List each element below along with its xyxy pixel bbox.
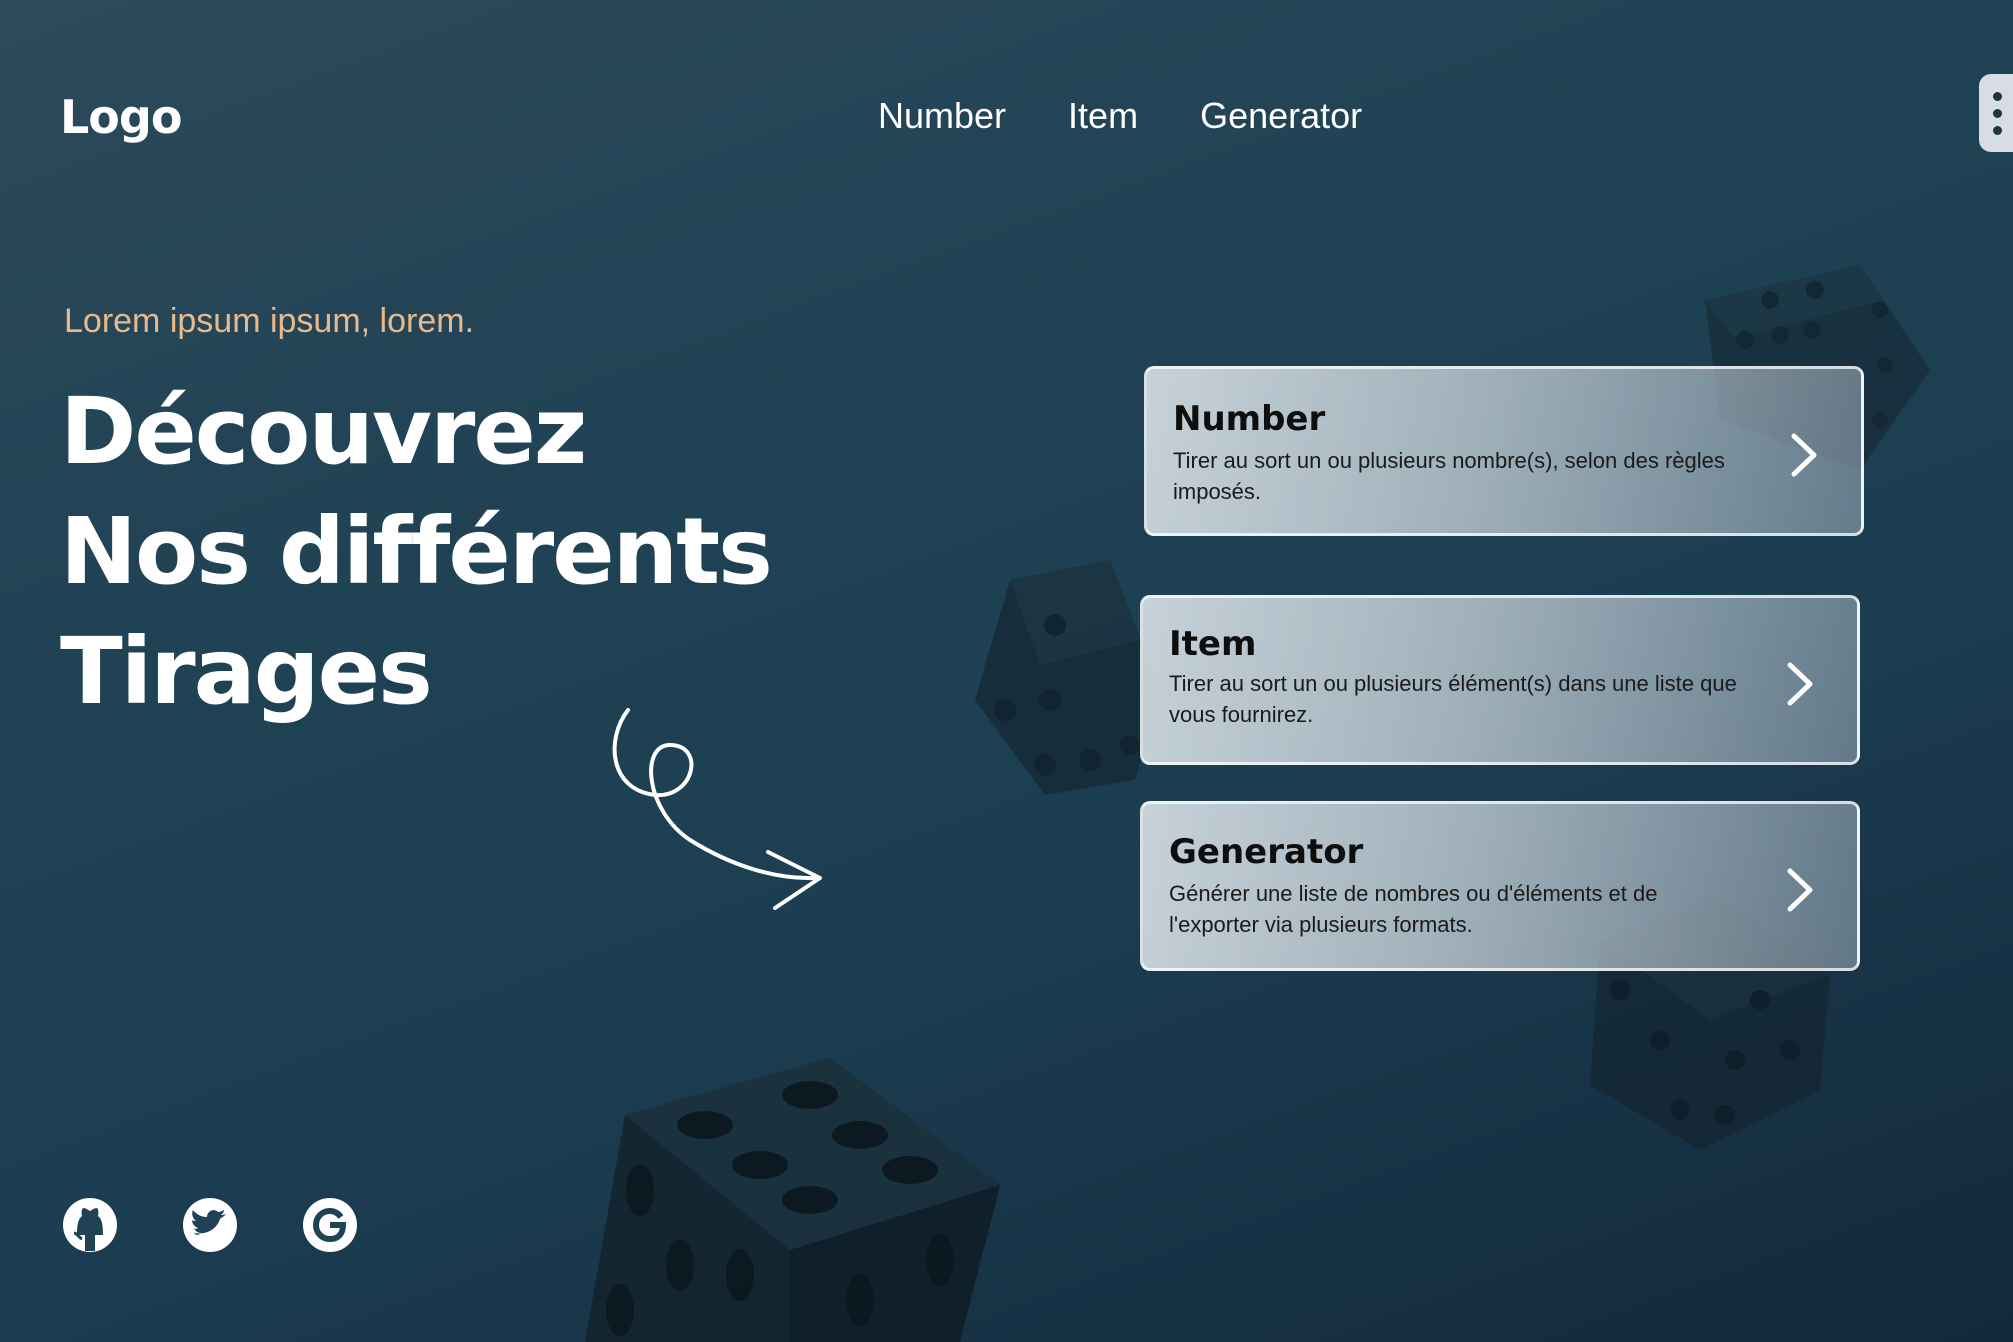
chevron-right-icon: [1787, 868, 1813, 912]
curly-arrow-icon: [612, 708, 822, 910]
google-icon[interactable]: [300, 1195, 360, 1255]
card-title: Item: [1169, 624, 1257, 664]
card-description: Tirer au sort un ou plusieurs élément(s)…: [1169, 671, 1737, 727]
twitter-icon[interactable]: [180, 1195, 240, 1255]
hero-title: Découvrez Nos différents Tirages: [60, 372, 773, 732]
hero-tagline: Lorem ipsum ipsum, lorem.: [64, 302, 475, 340]
more-icon-dot: [1993, 126, 2002, 135]
card-item[interactable]: Item Tirer au sort un ou plusieurs éléme…: [1140, 595, 1860, 765]
chevron-right-icon: [1787, 662, 1813, 706]
die-bottom-center: [585, 1058, 1000, 1342]
card-title: Generator: [1169, 832, 1364, 872]
more-icon-dot: [1993, 109, 2002, 118]
card-title: Number: [1173, 399, 1326, 439]
card-number[interactable]: Number Tirer au sort un ou plusieurs nom…: [1144, 366, 1864, 536]
more-menu-button[interactable]: [1979, 74, 2013, 152]
nav-link-generator[interactable]: Generator: [1200, 95, 1362, 137]
github-icon[interactable]: [60, 1195, 120, 1255]
social-links: [60, 1195, 360, 1255]
nav-link-number[interactable]: Number: [878, 95, 1006, 137]
card-description: Générer une liste de nombres ou d'élémen…: [1169, 881, 1658, 937]
chevron-right-icon: [1791, 433, 1817, 477]
more-icon-dot: [1993, 92, 2002, 101]
hero-title-line: Découvrez: [60, 378, 587, 485]
die-middle: [975, 560, 1160, 795]
card-description: Tirer au sort un ou plusieurs nombre(s),…: [1173, 448, 1725, 504]
hero-title-line: Nos différents: [60, 498, 773, 605]
card-generator[interactable]: Generator Générer une liste de nombres o…: [1140, 801, 1860, 971]
logo[interactable]: Logo: [60, 90, 182, 144]
nav-link-item[interactable]: Item: [1068, 95, 1138, 137]
main-nav: Number Item Generator: [878, 95, 1362, 137]
